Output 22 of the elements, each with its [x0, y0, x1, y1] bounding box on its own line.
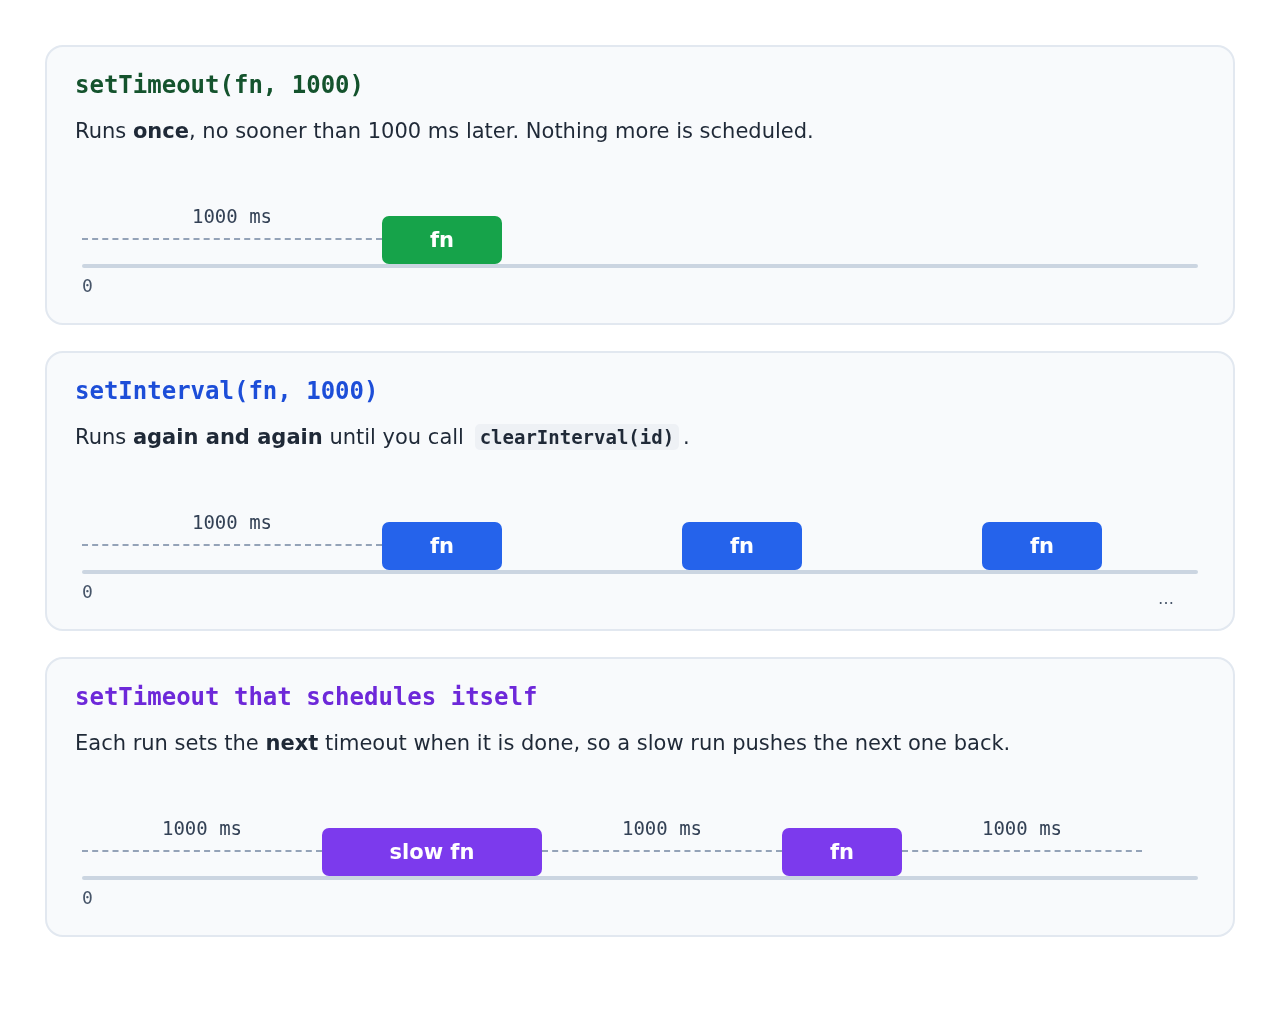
card-title: setInterval(fn, 1000)	[75, 376, 380, 406]
run-block: fn	[982, 522, 1102, 570]
run-block: fn	[782, 828, 902, 876]
description: Each run sets the next timeout when it is done, so a slow run pushes the next one back.	[75, 730, 1012, 757]
origin-label: 0	[82, 276, 93, 296]
run-block: fn	[382, 522, 502, 570]
delay-label: 1000 ms	[191, 204, 273, 228]
description: Runs once, no sooner than 1000 ms later. Nothing more is scheduled.	[75, 118, 815, 145]
delay-label: 1000 ms	[161, 816, 243, 840]
delay-label: 1000 ms	[621, 816, 703, 840]
card-title: setTimeout(fn, 1000)	[75, 70, 365, 100]
continuation-mark: …	[1158, 588, 1174, 608]
origin-label: 0	[82, 582, 93, 602]
run-block: fn	[382, 216, 502, 264]
origin-label: 0	[82, 888, 93, 908]
delay-label: 1000 ms	[191, 510, 273, 534]
code-snippet: clearInterval(id)	[474, 424, 680, 450]
card-title: setTimeout that schedules itself	[75, 682, 539, 712]
description: Runs again and again until you call clearInterval(id) .	[75, 423, 691, 452]
delay-label: 1000 ms	[981, 816, 1063, 840]
run-block: slow fn	[322, 828, 542, 876]
run-block: fn	[682, 522, 802, 570]
